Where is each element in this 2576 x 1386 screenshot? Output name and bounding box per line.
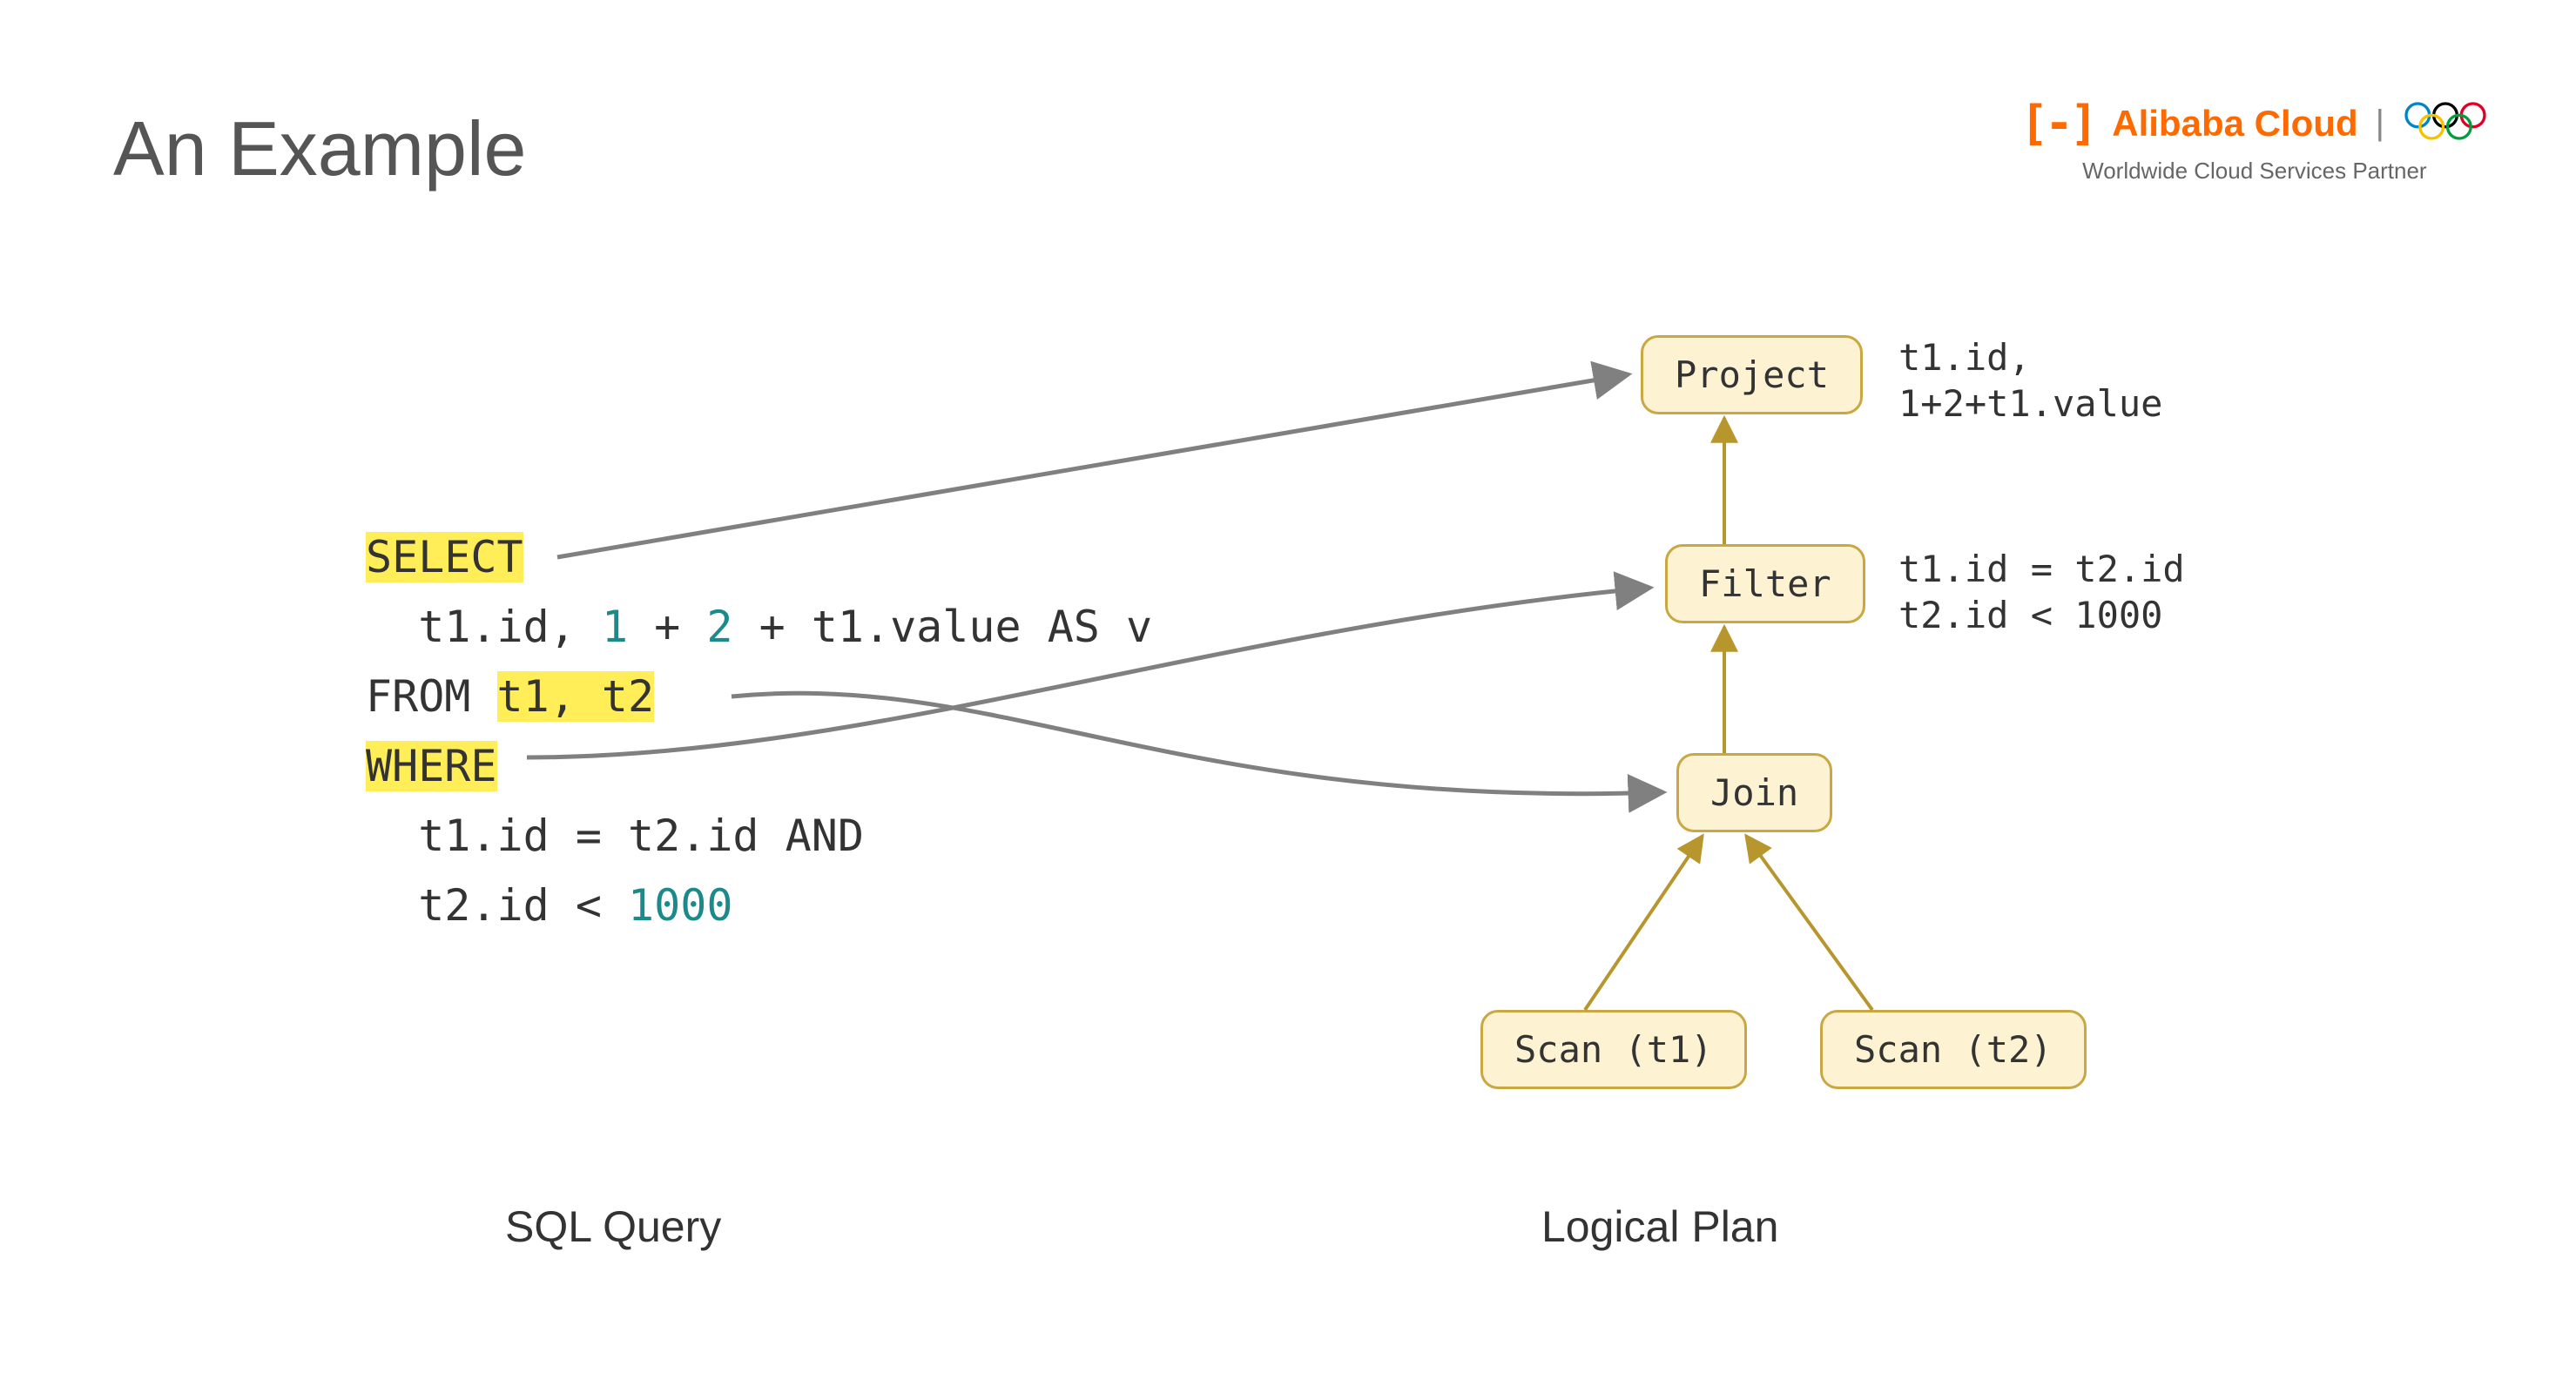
slide-title: An Example — [113, 104, 526, 193]
sql-literal-1000: 1000 — [628, 880, 732, 931]
plan-node-scan-t2: Scan (t2) — [1820, 1010, 2087, 1089]
alibaba-bracket-icon: [-] — [2020, 96, 2095, 151]
plan-node-filter: Filter — [1665, 544, 1865, 623]
alibaba-cloud-name: Alibaba Cloud — [2112, 103, 2357, 145]
logical-plan-label: Logical Plan — [1541, 1201, 1778, 1252]
sql-select-keyword: SELECT — [366, 532, 523, 582]
sql-query-code: SELECT t1.id, 1 + 2 + t1.value AS v FROM… — [366, 522, 1152, 940]
sql-select-expr-p1: t1.id, — [418, 602, 602, 652]
sql-where-line1: t1.id = t2.id AND — [366, 811, 864, 861]
plan-node-project: Project — [1641, 335, 1863, 414]
sql-from-tables: t1, t2 — [497, 671, 655, 722]
sql-select-expr-p2: + t1.value AS v — [732, 602, 1152, 652]
sql-from-keyword: FROM — [366, 671, 497, 722]
plan-annot-project: t1.id, 1+2+t1.value — [1898, 335, 2162, 427]
plan-node-scan-t1: Scan (t1) — [1480, 1010, 1747, 1089]
sql-query-label: SQL Query — [505, 1201, 721, 1252]
sql-plus-1: + — [628, 602, 706, 652]
sql-literal-1: 1 — [602, 602, 628, 652]
sql-where-line2-pre: t2.id < — [366, 880, 628, 931]
logo-separator: | — [2376, 104, 2384, 143]
sql-where-keyword: WHERE — [366, 741, 497, 791]
logo-area: [-] Alibaba Cloud | Worldwide Cloud Serv… — [2020, 96, 2489, 185]
plan-node-join: Join — [1676, 753, 1832, 832]
olympic-rings-icon — [2402, 99, 2489, 147]
sql-literal-2: 2 — [706, 602, 732, 652]
logo-tagline: Worldwide Cloud Services Partner — [2020, 158, 2489, 185]
plan-annot-filter: t1.id = t2.id t2.id < 1000 — [1898, 547, 2185, 638]
sql-indent — [366, 602, 418, 652]
